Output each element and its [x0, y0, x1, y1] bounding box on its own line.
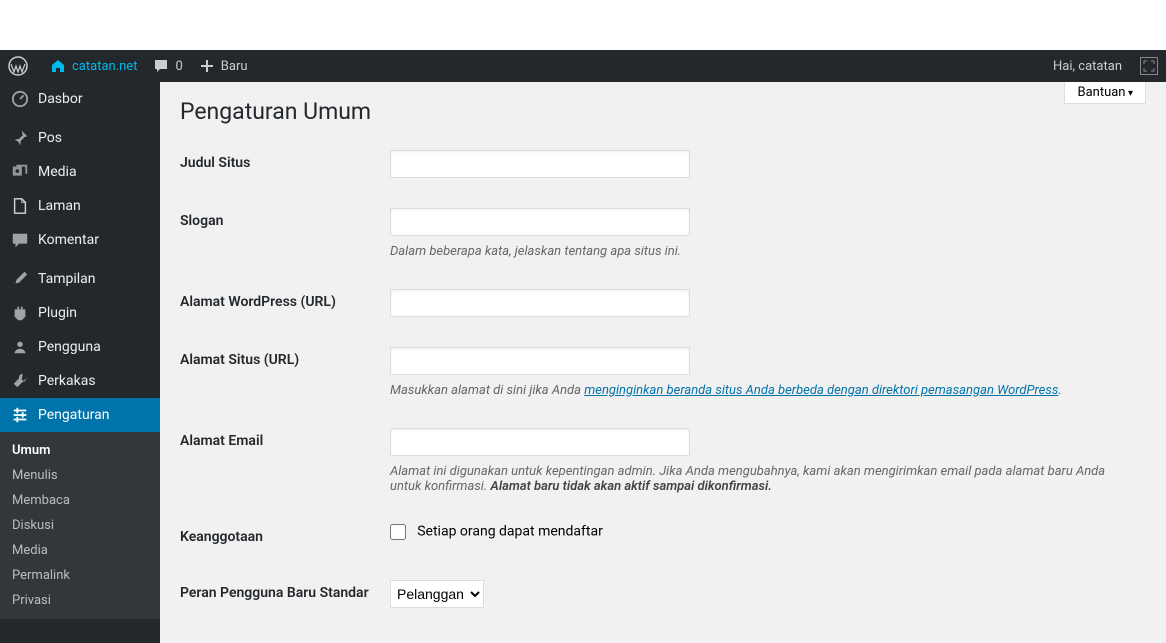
help-tab[interactable]: Bantuan — [1064, 82, 1146, 104]
plus-icon — [199, 58, 215, 74]
menu-plugins[interactable]: Plugin — [0, 296, 160, 330]
membership-checkbox[interactable] — [390, 524, 406, 540]
wp-logo[interactable] — [0, 50, 42, 82]
membership-label: Keanggotaan — [180, 509, 380, 565]
admin-bar-right: Hai, catatan — [1043, 57, 1166, 75]
media-icon — [10, 163, 30, 181]
menu-label: Plugin — [38, 305, 77, 321]
site-name-label: catatan.net — [72, 59, 137, 74]
submenu-permalink[interactable]: Permalink — [0, 563, 160, 588]
site-title-label: Judul Situs — [180, 135, 380, 193]
admin-sidebar: Dasbor Pos Media Laman Komentar Tampilan… — [0, 82, 160, 643]
menu-label: Perkakas — [38, 373, 96, 389]
users-icon — [10, 338, 30, 356]
submenu-general[interactable]: Umum — [0, 438, 160, 463]
menu-label: Pengaturan — [38, 407, 110, 423]
site-url-input[interactable] — [390, 347, 690, 375]
tagline-label: Slogan — [180, 193, 380, 274]
tagline-input[interactable] — [390, 208, 690, 236]
menu-users[interactable]: Pengguna — [0, 330, 160, 364]
comment-icon — [10, 231, 30, 249]
submenu-discussion[interactable]: Diskusi — [0, 513, 160, 538]
new-content-link[interactable]: Baru — [191, 50, 256, 82]
brush-icon — [10, 270, 30, 288]
comment-icon — [153, 58, 169, 74]
site-title-input[interactable] — [390, 150, 690, 178]
submenu-reading[interactable]: Membaca — [0, 488, 160, 513]
membership-checkbox-label: Setiap orang dapat mendaftar — [417, 524, 603, 540]
tools-icon — [10, 372, 30, 390]
fullscreen-icon[interactable] — [1140, 57, 1158, 75]
menu-label: Pos — [38, 130, 62, 146]
menu-settings[interactable]: Pengaturan — [0, 398, 160, 432]
site-url-label: Alamat Situs (URL) — [180, 332, 380, 413]
new-label: Baru — [221, 59, 248, 74]
email-desc-2: Alamat baru tidak akan aktif sampai diko… — [490, 479, 771, 494]
settings-form-table: Judul Situs Slogan Dalam beberapa kata, … — [180, 135, 1146, 623]
pin-icon — [10, 129, 30, 147]
default-role-label: Peran Pengguna Baru Standar — [180, 565, 380, 623]
menu-media[interactable]: Media — [0, 155, 160, 189]
comments-count: 0 — [175, 59, 182, 74]
wp-url-input[interactable] — [390, 289, 690, 317]
settings-submenu: Umum Menulis Membaca Diskusi Media Perma… — [0, 432, 160, 619]
menu-label: Tampilan — [38, 271, 96, 287]
settings-icon — [10, 406, 30, 424]
menu-label: Media — [38, 164, 77, 180]
plugin-icon — [10, 304, 30, 322]
site-url-description: Masukkan alamat di sini jika Anda mengin… — [390, 383, 1136, 398]
menu-dashboard[interactable]: Dasbor — [0, 82, 160, 116]
wordpress-icon — [8, 56, 28, 76]
content-area: Bantuan Pengaturan Umum Judul Situs Slog… — [160, 82, 1166, 643]
admin-bar-left: catatan.net 0 Baru — [0, 50, 256, 82]
top-whitespace — [0, 0, 1166, 50]
menu-label: Komentar — [38, 232, 99, 248]
menu-label: Laman — [38, 198, 81, 214]
menu-label: Dasbor — [38, 91, 83, 107]
site-url-desc-prefix: Masukkan alamat di sini jika Anda — [390, 383, 584, 398]
submenu-writing[interactable]: Menulis — [0, 463, 160, 488]
menu-posts[interactable]: Pos — [0, 121, 160, 155]
tagline-description: Dalam beberapa kata, jelaskan tentang ap… — [390, 244, 1136, 259]
dashboard-icon — [10, 90, 30, 108]
menu-tools[interactable]: Perkakas — [0, 364, 160, 398]
email-label: Alamat Email — [180, 413, 380, 509]
page-icon — [10, 197, 30, 215]
membership-checkbox-wrap[interactable]: Setiap orang dapat mendaftar — [390, 524, 603, 539]
greeting-text[interactable]: Hai, catatan — [1043, 59, 1132, 74]
site-url-desc-link[interactable]: menginginkan beranda situs Anda berbeda … — [584, 383, 1058, 398]
email-description: Alamat ini digunakan untuk kepentingan a… — [390, 464, 1136, 494]
body-wrap: Dasbor Pos Media Laman Komentar Tampilan… — [0, 82, 1166, 643]
home-icon — [50, 58, 66, 74]
email-input[interactable] — [390, 428, 690, 456]
admin-bar: catatan.net 0 Baru Hai, catatan — [0, 50, 1166, 82]
menu-comments[interactable]: Komentar — [0, 223, 160, 257]
menu-label: Pengguna — [38, 339, 101, 355]
menu-pages[interactable]: Laman — [0, 189, 160, 223]
wp-url-label: Alamat WordPress (URL) — [180, 274, 380, 332]
submenu-media[interactable]: Media — [0, 538, 160, 563]
menu-appearance[interactable]: Tampilan — [0, 262, 160, 296]
site-link[interactable]: catatan.net — [42, 50, 145, 82]
submenu-privacy[interactable]: Privasi — [0, 588, 160, 613]
page-title: Pengaturan Umum — [180, 82, 1146, 135]
default-role-select[interactable]: Pelanggan — [390, 580, 484, 608]
comments-link[interactable]: 0 — [145, 50, 190, 82]
